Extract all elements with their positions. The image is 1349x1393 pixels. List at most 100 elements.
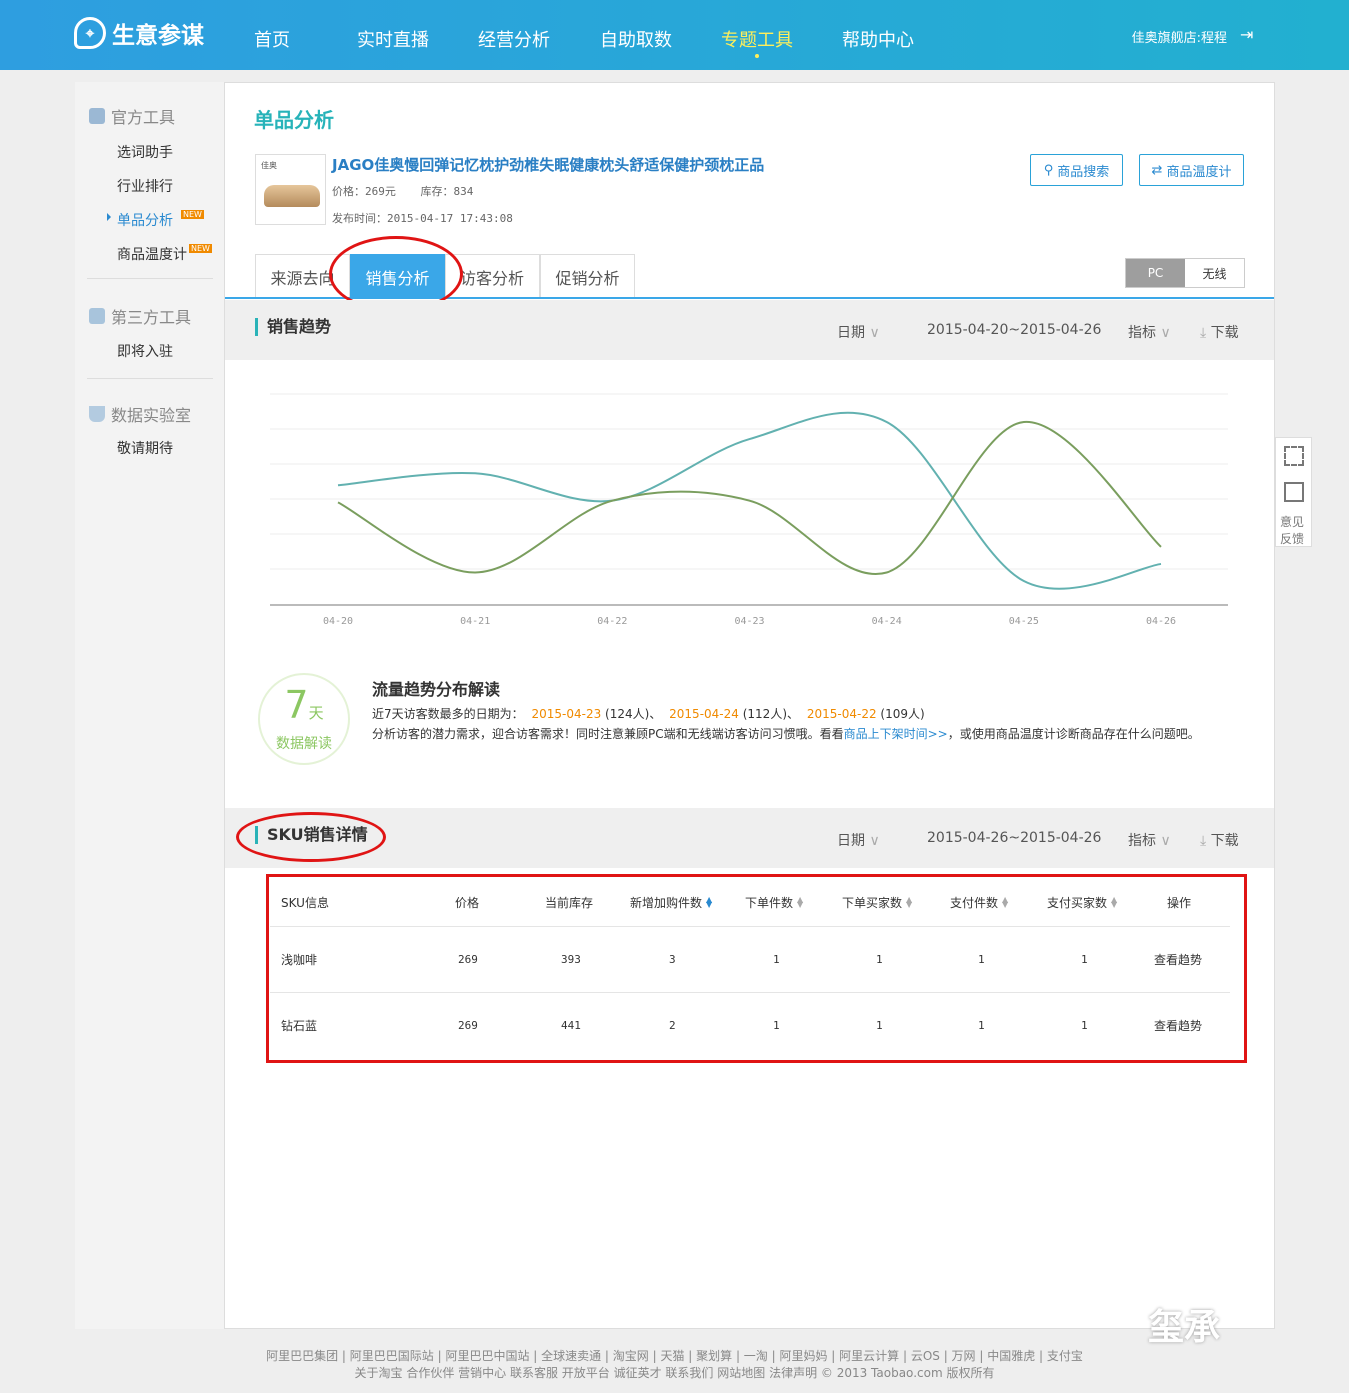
download-button[interactable]: ⤓ 下载 [1200, 830, 1239, 850]
table-cell: 2 [669, 1019, 676, 1032]
sort-icon: ▲ ▼ [706, 895, 713, 909]
top-navigation-bar: ⌖ 生意参谋 首页 实时直播 经营分析 自助取数 专题工具 帮助中心 佳奥旗舰店… [0, 0, 1349, 70]
product-price-stock: 价格：269元 库存：834 [332, 183, 473, 199]
sidebar-item-product-thermometer[interactable]: 商品温度计 NEW [117, 244, 212, 264]
product-search-button[interactable]: ⚲ 商品搜索 [1030, 154, 1123, 186]
sort-icon: ▲ ▼ [906, 895, 913, 909]
sidebar-item-keyword-helper[interactable]: 选词助手 [117, 142, 173, 162]
product-name-link[interactable]: JAGO佳奥慢回弹记忆枕护劲椎失眠健康枕头舒适保健护颈枕正品 [332, 154, 764, 175]
table-cell: 269 [458, 1019, 478, 1032]
footer-links-primary[interactable]: 阿里巴巴集团 | 阿里巴巴国际站 | 阿里巴巴中国站 | 全球速卖通 | 淘宝网… [0, 1348, 1349, 1365]
tab-sales-analysis[interactable]: 销售分析 [350, 254, 445, 298]
device-toggle: PC 无线 [1125, 258, 1245, 288]
date-label: 日期 [837, 833, 865, 849]
logo-text: 生意参谋 [112, 23, 204, 49]
table-cell: 1 [773, 1019, 780, 1032]
table-cell: 269 [458, 953, 478, 966]
column-header-label: 支付买家数 [1047, 895, 1108, 910]
section-title: 销售趋势 [255, 318, 331, 336]
sidebar-group-official-tools: 官方工具 [89, 104, 175, 128]
qr-code-icon[interactable] [1284, 446, 1304, 466]
sidebar-item-single-product-analysis[interactable]: 单品分析 NEW [117, 210, 204, 230]
product-image[interactable]: 佳奥 [255, 154, 326, 225]
column-header-sortable[interactable]: 支付件数 ▲ ▼ [950, 878, 1008, 926]
view-trend-link[interactable]: 查看趋势 [1154, 993, 1202, 1058]
sidebar-divider [87, 378, 213, 379]
toggle-pc[interactable]: PC [1126, 259, 1185, 287]
date-range[interactable]: 2015-04-26~2015-04-26 [927, 830, 1101, 846]
nav-special-tools[interactable]: 专题工具 [721, 26, 793, 58]
new-badge: NEW [189, 244, 212, 253]
interpretation-title: 流量趋势分布解读 [372, 680, 501, 699]
tab-visitor-analysis[interactable]: 访客分析 [445, 254, 540, 298]
top-date-2: 2015-04-24 [669, 707, 739, 721]
sidebar-item-coming-soon[interactable]: 即将入驻 [117, 341, 173, 361]
interpretation-line-2: 分析访客的潜力需求，迎合访客需求！同时注意兼顾PC端和无线端访客访问习惯哦。看看… [372, 725, 1200, 742]
table-cell: 3 [669, 953, 676, 966]
table-row: 浅咖啡 269 393 3 1 1 1 1 查看趋势 [270, 927, 1230, 992]
metric-dropdown[interactable]: 指标 ∨ [1128, 322, 1171, 342]
sidebar-item-stay-tuned[interactable]: 敬请期待 [117, 438, 173, 458]
column-header-sortable[interactable]: 下单件数 ▲ ▼ [745, 878, 803, 926]
shield-icon [89, 108, 105, 124]
sku-name-link[interactable]: 钻石蓝 [281, 993, 317, 1058]
sidebar-item-industry-ranking[interactable]: 行业排行 [117, 176, 173, 196]
sku-sales-header: SKU销售详情 日期 ∨ 2015-04-26~2015-04-26 指标 ∨ … [225, 808, 1274, 868]
product-stock: 库存：834 [420, 185, 474, 198]
date-range[interactable]: 2015-04-20~2015-04-26 [927, 322, 1101, 338]
chevron-down-icon: ∨ [1160, 833, 1171, 849]
listing-time-link[interactable]: 商品上下架时间>> [844, 727, 948, 741]
view-trend-link[interactable]: 查看趋势 [1154, 927, 1202, 992]
top-date-1-count: (124人)、 [605, 707, 662, 721]
nav-self-service-data[interactable]: 自助取数 [600, 26, 672, 52]
date-dropdown[interactable]: 日期 ∨ [837, 830, 880, 850]
app-logo[interactable]: ⌖ 生意参谋 [74, 16, 204, 50]
download-button[interactable]: ⤓ 下载 [1200, 322, 1239, 342]
nav-special-tools-label: 专题工具 [721, 30, 793, 51]
metric-dropdown[interactable]: 指标 ∨ [1128, 830, 1171, 850]
column-header-sortable[interactable]: 下单买家数 ▲ ▼ [842, 878, 912, 926]
interpretation-text: 分析访客的潜力需求，迎合访客需求！同时注意兼顾PC端和无线端访客访问习惯哦。看看 [372, 727, 844, 741]
table-cell: 441 [561, 1019, 581, 1032]
chevron-down-icon: ∨ [1160, 325, 1171, 341]
interpretation-text-end: ，或使用商品温度计诊断商品存在什么问题吧。 [947, 727, 1200, 741]
sidebar-group-title: 官方工具 [111, 108, 176, 127]
sort-icon: ▲ ▼ [797, 895, 804, 909]
footer-links-secondary[interactable]: 关于淘宝 合作伙伴 营销中心 联系客服 开放平台 诚征英才 联系我们 网站地图 … [0, 1365, 1349, 1382]
product-thermometer-button[interactable]: ⇄ 商品温度计 [1139, 154, 1244, 186]
x-tick-label: 04-20 [323, 616, 353, 627]
date-label: 日期 [837, 325, 865, 341]
x-tick-label: 04-26 [1146, 616, 1176, 627]
cube-icon [89, 308, 105, 324]
nav-realtime[interactable]: 实时直播 [357, 26, 429, 52]
flask-icon [89, 406, 105, 422]
sort-icon: ▲ ▼ [1002, 895, 1009, 909]
interpretation-prefix: 近7天访客数最多的日期为： [372, 707, 524, 721]
x-tick-label: 04-21 [460, 616, 490, 627]
tab-promotion-analysis[interactable]: 促销分析 [540, 254, 635, 298]
column-header-sortable[interactable]: 新增加购件数 ▲ ▼ [630, 878, 712, 926]
sort-icon: ▲ ▼ [1111, 895, 1118, 909]
interpretation-line-1: 近7天访客数最多的日期为： 2015-04-23 (124人)、 2015-04… [372, 705, 925, 722]
table-cell: 1 [876, 953, 883, 966]
date-dropdown[interactable]: 日期 ∨ [837, 322, 880, 342]
badge-number: 7 [284, 683, 309, 727]
column-header-sortable[interactable]: 支付买家数 ▲ ▼ [1047, 878, 1117, 926]
sales-trend-header: 销售趋势 日期 ∨ 2015-04-20~2015-04-26 指标 ∨ ⤓ 下… [225, 300, 1274, 360]
toggle-wireless[interactable]: 无线 [1185, 259, 1244, 287]
sidebar-group-title: 第三方工具 [111, 308, 192, 327]
nav-help-center[interactable]: 帮助中心 [842, 26, 914, 52]
sidebar-item-label: 商品温度计 [117, 247, 187, 263]
sidebar-divider [87, 278, 213, 279]
feedback-link[interactable]: 意见反馈 [1280, 514, 1308, 548]
nav-home[interactable]: 首页 [254, 26, 290, 52]
column-header-label: 下单买家数 [842, 895, 903, 910]
logout-icon[interactable]: ⇥ [1240, 25, 1253, 44]
share-icon[interactable] [1284, 482, 1304, 502]
table-row: 钻石蓝 269 441 2 1 1 1 1 查看趋势 [270, 993, 1230, 1058]
user-name[interactable]: 佳奥旗舰店:程程 [1132, 27, 1227, 46]
nav-business-analysis[interactable]: 经营分析 [478, 26, 550, 52]
sku-name-link[interactable]: 浅咖啡 [281, 927, 317, 992]
column-header: 当前库存 [545, 895, 594, 910]
tab-source[interactable]: 来源去向 [255, 254, 350, 298]
